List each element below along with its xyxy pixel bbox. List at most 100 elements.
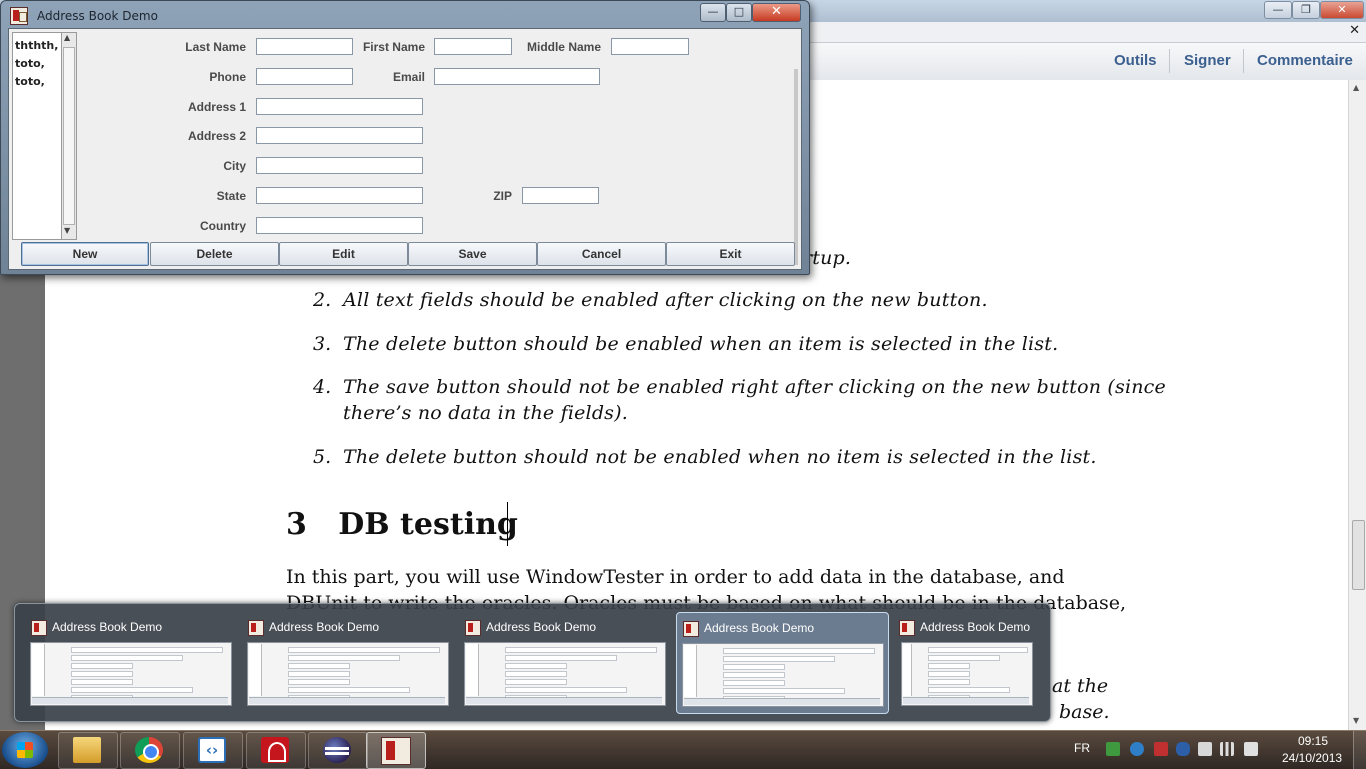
thumbnail-title: Address Book Demo	[704, 621, 815, 635]
acrobat-icon	[261, 737, 289, 763]
signal-icon[interactable]	[1220, 742, 1234, 756]
window-thumbnail[interactable]: Address Book Demo	[893, 612, 1043, 712]
button-bar: New Delete Edit Save Cancel Exit	[21, 242, 797, 267]
list-item-4-cont: there’s no data in the fields).	[343, 402, 628, 424]
show-desktop-button[interactable]	[1353, 731, 1366, 769]
toolbar-separator	[1169, 49, 1170, 73]
network-warning-icon[interactable]	[1154, 742, 1168, 756]
window-thumbnail[interactable]: Address Book Demo	[25, 612, 236, 712]
toolbar-separator	[1243, 49, 1244, 73]
window-thumbnail-active[interactable]: Address Book Demo	[676, 612, 889, 714]
address-book-app-icon	[899, 620, 915, 636]
form-scrollbar[interactable]	[794, 69, 798, 265]
address2-field[interactable]	[256, 127, 423, 144]
first-name-label: First Name	[362, 40, 425, 54]
sign-button[interactable]: Signer	[1184, 52, 1231, 69]
taskbar-address-book[interactable]	[366, 732, 426, 769]
thumbnail-preview	[464, 642, 666, 706]
email-field[interactable]	[434, 68, 600, 85]
thumbnail-title: Address Book Demo	[269, 620, 380, 634]
city-field[interactable]	[256, 157, 423, 174]
list-item[interactable]: ththth,	[15, 39, 58, 52]
bluetooth-icon[interactable]	[1176, 742, 1190, 756]
minimize-button[interactable]: —	[700, 3, 726, 22]
list-item-number: 3.	[313, 333, 332, 355]
thumbnail-title: Address Book Demo	[920, 620, 1031, 634]
comment-button[interactable]: Commentaire	[1257, 52, 1353, 69]
volume-muted-icon[interactable]	[1244, 742, 1258, 756]
document-scrollbar[interactable]: ▲ ▼	[1348, 80, 1366, 730]
text-cursor	[507, 502, 508, 546]
list-item[interactable]: toto,	[15, 57, 45, 70]
window-thumbnail[interactable]: Address Book Demo	[459, 612, 670, 712]
thumbnail-title: Address Book Demo	[486, 620, 597, 634]
list-item[interactable]: toto,	[15, 75, 45, 88]
clock-time[interactable]: 09:15	[1298, 734, 1328, 748]
list-item-4: The save button should not be enabled ri…	[343, 376, 1166, 398]
list-item-number: 4.	[313, 376, 332, 398]
save-button[interactable]: Save	[408, 242, 537, 266]
start-button[interactable]	[2, 732, 48, 768]
edit-button[interactable]: Edit	[279, 242, 408, 266]
thumbnail-preview	[30, 642, 232, 706]
country-field[interactable]	[256, 217, 423, 234]
scroll-up-icon[interactable]: ▲	[64, 33, 70, 42]
thumbnail-preview	[901, 642, 1033, 706]
reader-restore-button[interactable]: ❐	[1292, 1, 1320, 19]
close-document-icon[interactable]: ✕	[1349, 23, 1360, 38]
list-scrollbar[interactable]: ▲ ▼	[61, 32, 77, 240]
maximize-button[interactable]: □	[726, 3, 752, 22]
last-name-field[interactable]	[256, 38, 353, 55]
scroll-down-icon[interactable]: ▼	[1353, 716, 1359, 725]
tools-button[interactable]: Outils	[1114, 52, 1157, 69]
window-thumbnail[interactable]: Address Book Demo	[242, 612, 453, 712]
address-book-app-icon[interactable]	[10, 7, 28, 25]
taskbar-acrobat[interactable]	[246, 732, 306, 769]
address-book-icon	[381, 737, 411, 765]
device-icon[interactable]	[1198, 742, 1212, 756]
sync-icon[interactable]	[1130, 742, 1144, 756]
reader-close-button[interactable]: ✕	[1320, 1, 1364, 19]
address2-label: Address 2	[187, 129, 246, 143]
new-button[interactable]: New	[21, 242, 149, 266]
middle-name-label: Middle Name	[526, 40, 601, 54]
thumbnail-preview	[247, 642, 449, 706]
cancel-button[interactable]: Cancel	[537, 242, 666, 266]
paragraph-line-tail: at the	[1052, 675, 1109, 697]
address1-field[interactable]	[256, 98, 423, 115]
address-book-app-icon	[465, 620, 481, 636]
delete-button[interactable]: Delete	[150, 242, 279, 266]
language-indicator[interactable]: FR	[1074, 741, 1090, 755]
first-name-field[interactable]	[434, 38, 512, 55]
taskbar-chrome[interactable]	[120, 732, 180, 769]
close-button[interactable]: ✕	[752, 3, 801, 22]
state-field[interactable]	[256, 187, 423, 204]
eclipse-icon	[323, 737, 351, 763]
security-icon[interactable]	[1106, 742, 1120, 756]
windows-logo-icon	[17, 742, 33, 758]
list-item-3: The delete button should be enabled when…	[343, 333, 1059, 355]
exit-button[interactable]: Exit	[666, 242, 795, 266]
system-tray: FR 09:15 24/10/2013	[1068, 731, 1366, 769]
scroll-down-icon[interactable]: ▼	[64, 226, 70, 235]
list-item-1-tail: rtup.	[803, 247, 852, 269]
thumbnail-title: Address Book Demo	[52, 620, 163, 634]
city-label: City	[223, 159, 246, 173]
paragraph-line-tail: base.	[1059, 701, 1110, 723]
scrollbar-thumb[interactable]	[1352, 520, 1365, 590]
reader-minimize-button[interactable]: —	[1264, 1, 1292, 19]
middle-name-field[interactable]	[611, 38, 689, 55]
scroll-up-icon[interactable]: ▲	[1353, 83, 1359, 92]
state-label: State	[216, 189, 246, 203]
contacts-list[interactable]: ththth, toto, toto,	[12, 32, 64, 240]
taskbar-eclipse-dev[interactable]: ‹›	[183, 732, 243, 769]
thumbnail-preview	[682, 643, 884, 707]
taskbar-explorer[interactable]	[58, 732, 118, 769]
phone-field[interactable]	[256, 68, 353, 85]
zip-label: ZIP	[493, 189, 512, 203]
taskbar-eclipse[interactable]	[308, 732, 368, 769]
list-scrollbar-thumb[interactable]	[63, 47, 75, 225]
zip-field[interactable]	[522, 187, 599, 204]
clock-date[interactable]: 24/10/2013	[1282, 751, 1342, 765]
windows-taskbar: ‹› FR 09:15 24/10/2013	[0, 730, 1366, 769]
